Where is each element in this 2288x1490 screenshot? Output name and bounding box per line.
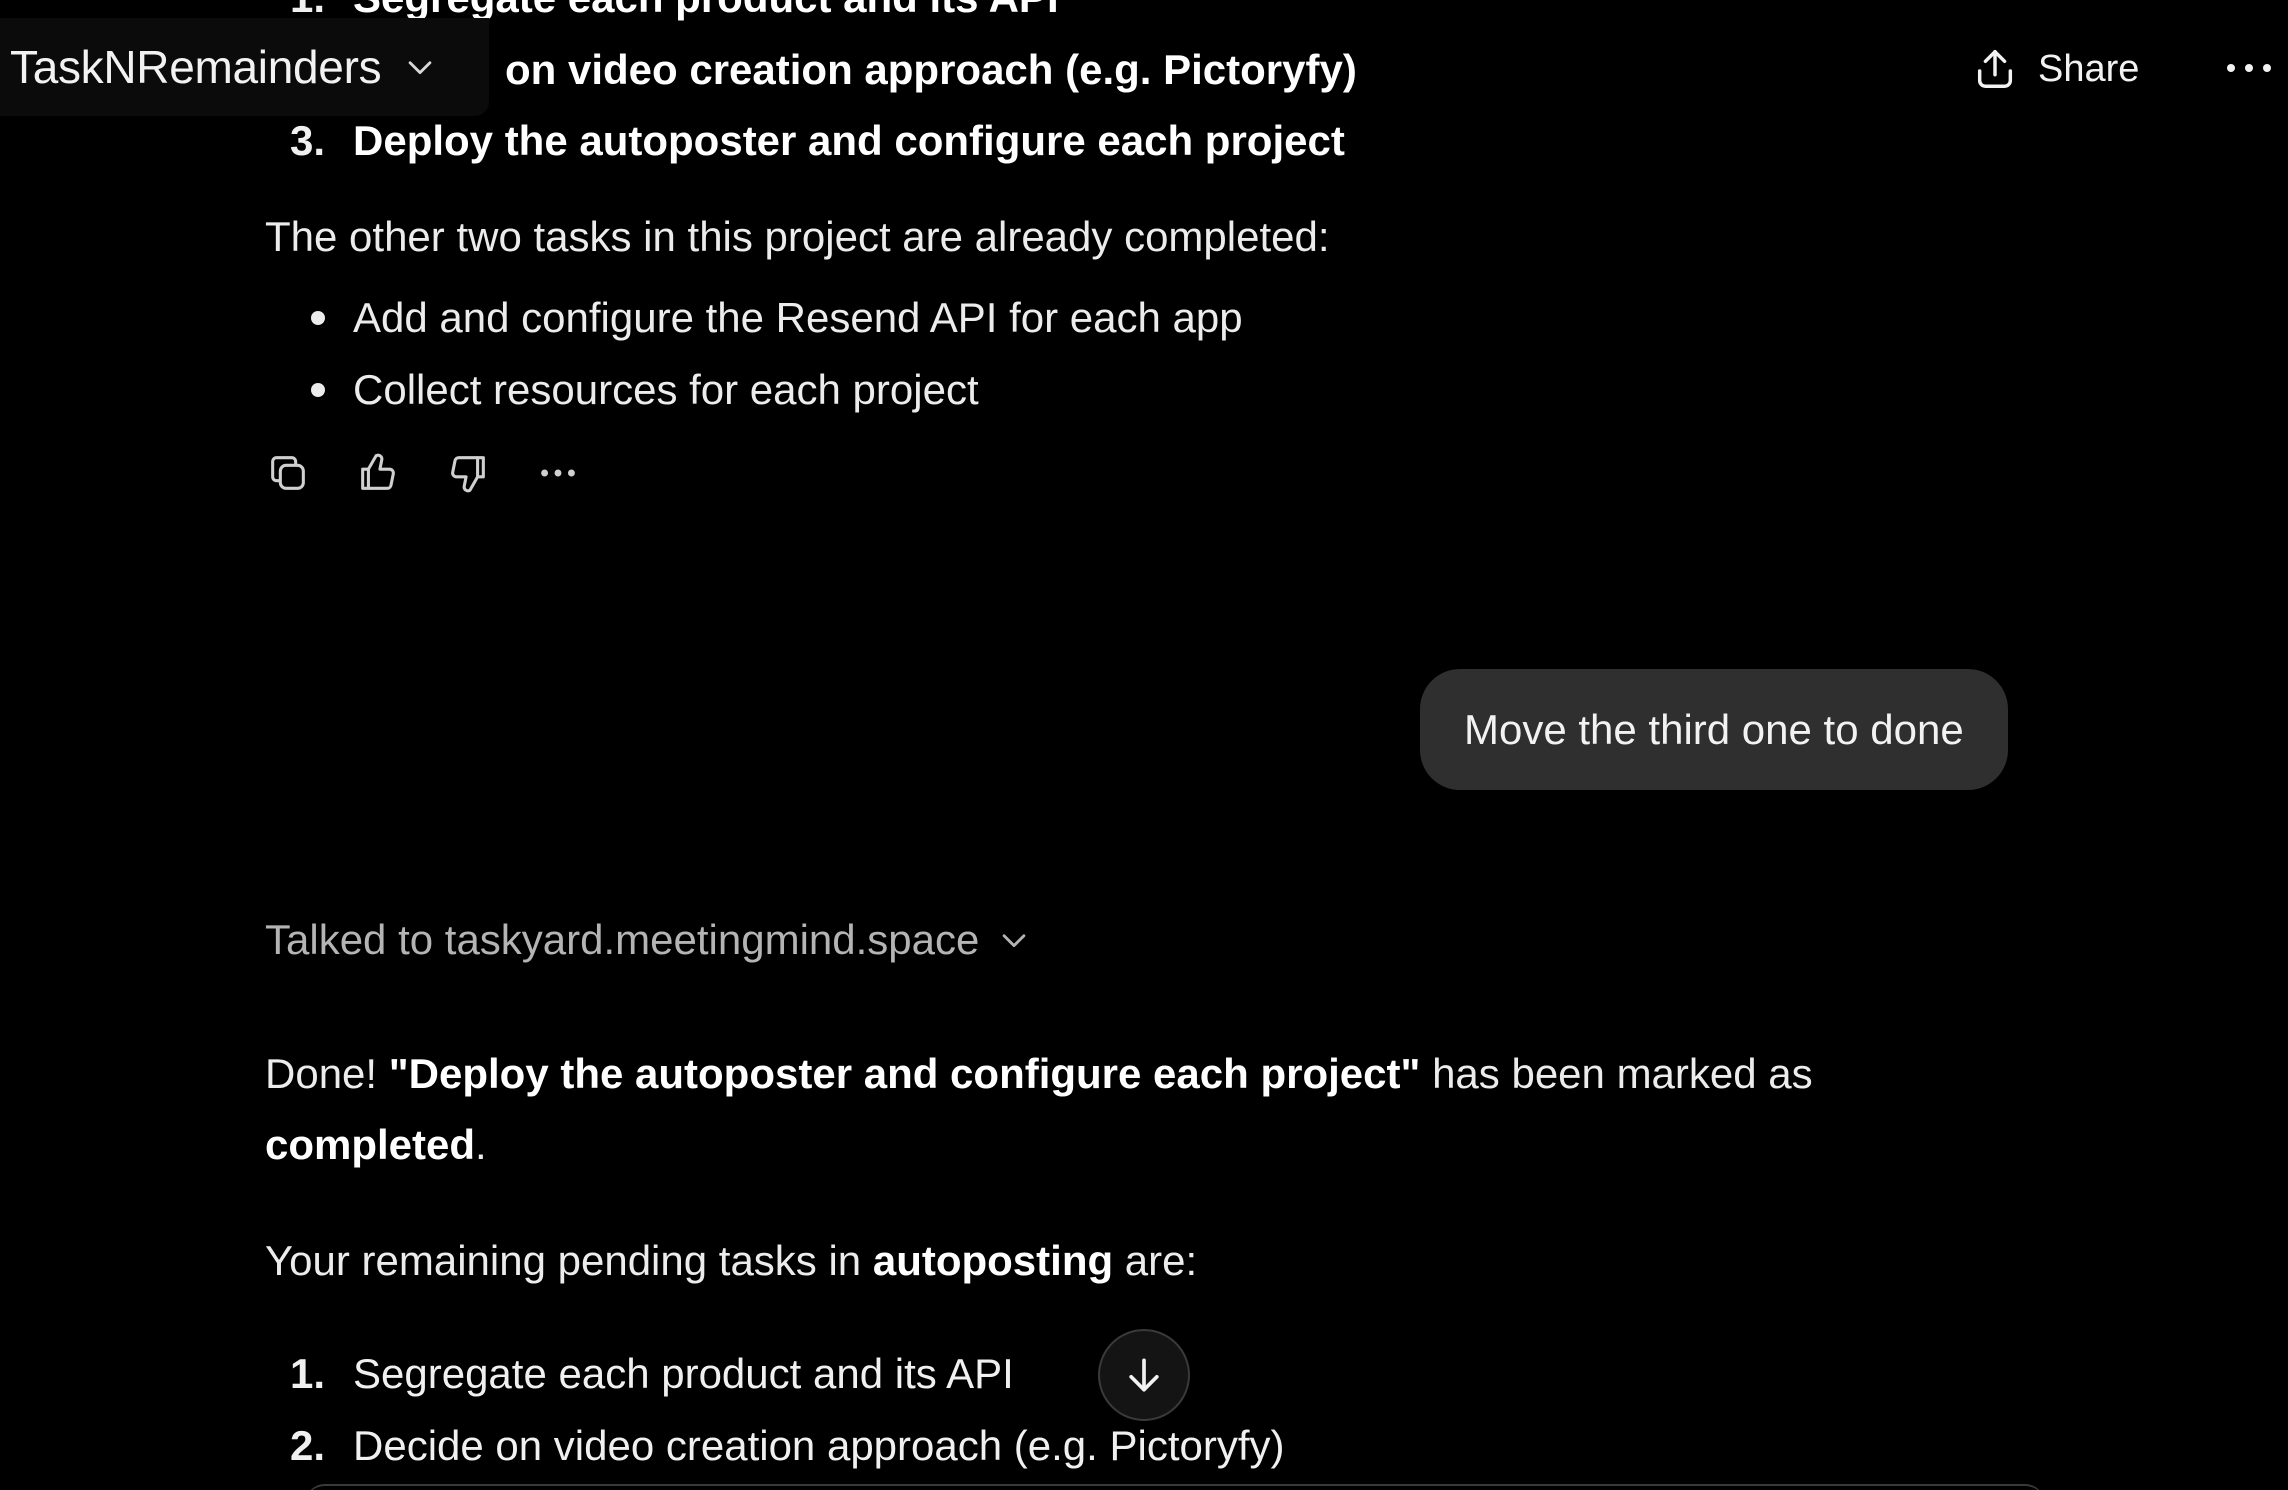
- project-name: autoposting: [872, 1237, 1114, 1284]
- list-item: 3. Deploy the autoposter and configure e…: [265, 117, 1345, 165]
- ellipsis-icon: [2227, 64, 2271, 72]
- user-message-text: Move the third one to done: [1464, 705, 1964, 753]
- chat-page: 1. Segregate each product and its API on…: [0, 0, 2288, 1490]
- thumbs-down-button[interactable]: [445, 450, 491, 496]
- composer-edge: [305, 1484, 2045, 1490]
- remaining-intro: Your remaining pending tasks in autopost…: [265, 1226, 1197, 1296]
- upload-icon: [1977, 50, 2013, 88]
- list-text: on video creation approach (e.g. Pictory…: [505, 46, 1357, 93]
- share-label: Share: [2038, 47, 2140, 90]
- reply-line-1: Done! "Deploy the autoposter and configu…: [265, 1039, 1813, 1109]
- list-text: Segregate each product and its API: [353, 1350, 1014, 1397]
- ellipsis-icon: [541, 469, 575, 477]
- reply-text: has been marked as: [1420, 1050, 1813, 1097]
- reply-text: .: [475, 1121, 487, 1168]
- list-number: 1.: [289, 1350, 325, 1397]
- list-text: Decide on video creation approach (e.g. …: [353, 1422, 1285, 1469]
- message-actions: [265, 450, 581, 496]
- list-item: 1. Segregate each product and its API: [265, 1350, 1014, 1398]
- list-text: Collect resources for each project: [353, 366, 979, 413]
- completed-intro: The other two tasks in this project are …: [265, 213, 1330, 260]
- list-text: Deploy the autoposter and configure each…: [353, 117, 1345, 164]
- task-quote: "Deploy the autoposter and configure eac…: [388, 1050, 1421, 1097]
- thumbs-up-icon: [361, 453, 395, 490]
- tool-call-label: Talked to taskyard.meetingmind.space: [265, 916, 980, 963]
- reply-text: are:: [1113, 1237, 1198, 1284]
- chevron-down-icon: [1003, 934, 1026, 948]
- project-title-dropdown[interactable]: TaskNRemainders: [0, 18, 490, 116]
- arrow-down-icon: [1129, 1358, 1159, 1392]
- thumbs-down-icon: [451, 456, 485, 493]
- chevron-down-icon: [408, 61, 432, 75]
- list-item: on video creation approach (e.g. Pictory…: [505, 46, 1357, 94]
- user-message-bubble: Move the third one to done: [1420, 669, 2008, 790]
- reply-text: Your remaining pending tasks in: [265, 1237, 873, 1284]
- reply-text: Done!: [265, 1050, 389, 1097]
- copy-button[interactable]: [265, 450, 311, 496]
- list-number: 3.: [289, 117, 325, 164]
- thumbs-up-button[interactable]: [355, 450, 401, 496]
- more-actions-button[interactable]: [535, 450, 581, 496]
- tool-call-toggle[interactable]: Talked to taskyard.meetingmind.space: [265, 916, 1031, 964]
- share-button[interactable]: Share: [1972, 38, 2139, 100]
- reply-line-2: completed.: [265, 1110, 487, 1180]
- list-number: 2.: [289, 1422, 325, 1469]
- copy-icon: [271, 456, 305, 490]
- bullet: [265, 383, 353, 397]
- status-text: completed: [265, 1121, 476, 1168]
- page-title: TaskNRemainders: [10, 41, 382, 93]
- bullet: [265, 311, 353, 325]
- list-text: Add and configure the Resend API for eac…: [353, 294, 1243, 341]
- list-item: 2. Decide on video creation approach (e.…: [265, 1422, 1285, 1470]
- scroll-to-bottom-button[interactable]: [1098, 1329, 1190, 1421]
- list-item: Collect resources for each project: [265, 366, 979, 414]
- list-item: Add and configure the Resend API for eac…: [265, 294, 1243, 342]
- more-options-button[interactable]: [2224, 48, 2288, 88]
